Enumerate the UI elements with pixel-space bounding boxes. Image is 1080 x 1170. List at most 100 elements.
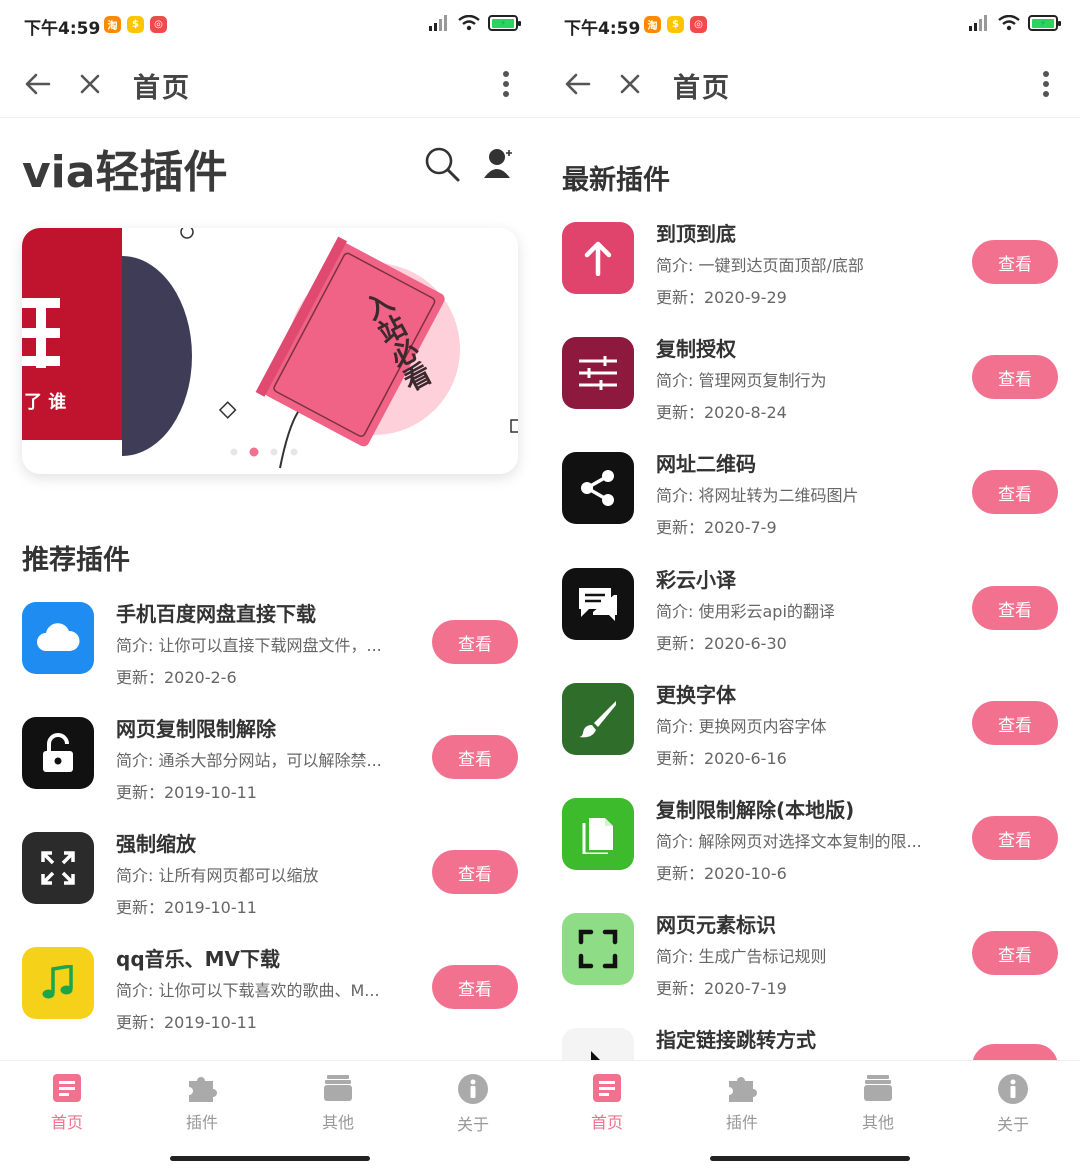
view-button[interactable]: 查看 (972, 470, 1058, 514)
plugin-date: 更新：2020-9-29 (656, 288, 787, 307)
plugin-name: 网址二维码 (656, 452, 756, 476)
back-arrow-icon[interactable] (20, 66, 56, 102)
nav-about[interactable]: 关于 (428, 1073, 518, 1135)
plugin-name: 彩云小译 (656, 568, 736, 592)
plugin-row[interactable]: qq音乐、MV下载 简介: 让你可以下载喜欢的歌曲、M... 更新：2019-1… (0, 943, 540, 1053)
nav-home[interactable]: 首页 (562, 1073, 652, 1133)
expand-icon (22, 832, 94, 904)
brand-title: via轻插件 (22, 147, 228, 198)
view-button[interactable]: 查看 (972, 240, 1058, 284)
nav-label: 关于 (996, 1115, 1029, 1134)
signal-icon (429, 15, 447, 31)
nav-label: 其他 (321, 1113, 354, 1132)
plugin-date: 更新：2020-8-24 (656, 403, 787, 422)
plugin-date: 更新：2019-10-11 (116, 1013, 257, 1032)
battery-icon: ⚡ (488, 15, 521, 31)
nav-label: 其他 (861, 1113, 894, 1132)
nav-label: 首页 (590, 1113, 623, 1132)
plugin-row[interactable]: 网页复制限制解除 简介: 通杀大部分网站，可以解除禁... 更新：2019-10… (0, 713, 540, 823)
view-button[interactable]: 查看 (432, 735, 518, 779)
plugin-date: 更新：2020-6-30 (656, 634, 787, 653)
search-icon[interactable] (424, 146, 460, 182)
home-indicator[interactable] (170, 1156, 370, 1161)
puzzle-icon (729, 1077, 757, 1102)
plugin-desc: 简介: 使用彩云api的翻译 (656, 602, 835, 621)
view-button[interactable]: 查看 (972, 586, 1058, 630)
view-button[interactable]: 查看 (432, 620, 518, 664)
signal-icon (969, 15, 987, 31)
plugin-row[interactable]: 更换字体 简介: 更换网页内容字体 更新：2020-6-16 查看 (540, 679, 1080, 789)
plugin-name: 复制授权 (656, 337, 736, 361)
plugin-row[interactable]: 手机百度网盘直接下载 简介: 让你可以直接下载网盘文件，... 更新：2020-… (0, 598, 540, 708)
plugin-row[interactable]: 网页元素标识 简介: 生成广告标记规则 更新：2020-7-19 查看 (540, 909, 1080, 1019)
home-doc-icon (593, 1074, 621, 1102)
promo-banner[interactable]: 入站必看 了 谁 (22, 228, 518, 474)
plugin-name: 更换字体 (656, 683, 736, 707)
brush-icon (562, 683, 634, 755)
wifi-icon (998, 15, 1020, 31)
plugin-desc: 简介: 一键到达页面顶部/底部 (656, 256, 864, 275)
plugin-row[interactable]: 到顶到底 简介: 一键到达页面顶部/底部 更新：2020-9-29 查看 (540, 218, 1080, 328)
view-button[interactable]: 查看 (972, 355, 1058, 399)
plugin-date: 更新：2020-2-6 (116, 668, 237, 687)
more-menu-icon[interactable] (488, 66, 524, 102)
nav-plugins[interactable]: 插件 (697, 1073, 787, 1133)
view-button[interactable]: 查看 (432, 850, 518, 894)
plugin-row[interactable]: 复制授权 简介: 管理网页复制行为 更新：2020-8-24 查看 (540, 333, 1080, 443)
chat-icon (562, 568, 634, 640)
nav-label: 插件 (725, 1113, 758, 1132)
plugin-row[interactable]: 强制缩放 简介: 让所有网页都可以缩放 更新：2019-10-11 查看 (0, 828, 540, 938)
plugin-desc: 简介: 管理网页复制行为 (656, 371, 827, 390)
status-indicators: ⚡ (428, 15, 521, 31)
status-indicators: ⚡ (968, 15, 1061, 31)
user-add-icon[interactable] (482, 146, 516, 180)
page-title: 首页 (673, 73, 731, 104)
close-icon[interactable] (72, 66, 108, 102)
nav-other[interactable]: 其他 (833, 1073, 923, 1133)
view-button[interactable]: 查看 (972, 816, 1058, 860)
record-icon: ◎ (690, 16, 707, 33)
view-button[interactable]: 查看 (972, 701, 1058, 745)
status-app-icons: 淘 $ ◎ (644, 16, 707, 33)
plugin-date: 更新：2020-7-9 (656, 518, 777, 537)
latest-section-title: 最新插件 (562, 165, 670, 196)
plugin-date: 更新：2019-10-11 (116, 898, 257, 917)
back-arrow-icon[interactable] (560, 66, 596, 102)
banner-illustration (22, 228, 518, 469)
unlock-icon (22, 717, 94, 789)
info-icon (998, 1074, 1028, 1104)
plugin-name: 复制限制解除(本地版) (656, 798, 855, 822)
close-icon[interactable] (612, 66, 648, 102)
plugin-row[interactable]: 网址二维码 简介: 将网址转为二维码图片 更新：2020-7-9 查看 (540, 448, 1080, 558)
page-title: 首页 (133, 73, 191, 104)
plugin-desc: 简介: 解除网页对选择文本复制的限... (656, 832, 922, 851)
record-icon: ◎ (150, 16, 167, 33)
box-icon (324, 1075, 352, 1101)
plugin-date: 更新：2020-6-16 (656, 749, 787, 768)
nav-other[interactable]: 其他 (293, 1073, 383, 1133)
plugin-desc: 简介: 更换网页内容字体 (656, 717, 827, 736)
home-doc-icon (53, 1074, 81, 1102)
wifi-icon (458, 15, 480, 31)
bottom-nav: 首页 插件 其他 关于 (0, 1060, 540, 1170)
nav-label: 关于 (456, 1115, 489, 1134)
plugin-name: 到顶到底 (656, 222, 736, 246)
plugin-name: 手机百度网盘直接下载 (116, 602, 316, 626)
left-screen: 下午4:59 淘 $ ◎ ⚡ 首页 via轻插件 入站必看 了 谁 推荐插件 手… (0, 0, 540, 1170)
view-button[interactable]: 查看 (432, 965, 518, 1009)
more-menu-icon[interactable] (1028, 66, 1064, 102)
nav-plugins[interactable]: 插件 (157, 1073, 247, 1133)
view-button[interactable]: 查看 (972, 931, 1058, 975)
plugin-row[interactable]: 彩云小译 简介: 使用彩云api的翻译 更新：2020-6-30 查看 (540, 564, 1080, 674)
nav-about[interactable]: 关于 (968, 1073, 1058, 1135)
plugin-name: 网页复制限制解除 (116, 717, 276, 741)
nav-label: 首页 (50, 1113, 83, 1132)
plugin-name: 指定链接跳转方式 (656, 1028, 816, 1052)
home-indicator[interactable] (710, 1156, 910, 1161)
battery-icon: ⚡ (1028, 15, 1061, 31)
nav-home[interactable]: 首页 (22, 1073, 112, 1133)
status-bar: 下午4:59 淘 $ ◎ ⚡ (0, 0, 540, 52)
plugin-row[interactable]: 复制限制解除(本地版) 简介: 解除网页对选择文本复制的限... 更新：2020… (540, 794, 1080, 904)
puzzle-icon (189, 1077, 217, 1102)
box-icon (864, 1075, 892, 1101)
